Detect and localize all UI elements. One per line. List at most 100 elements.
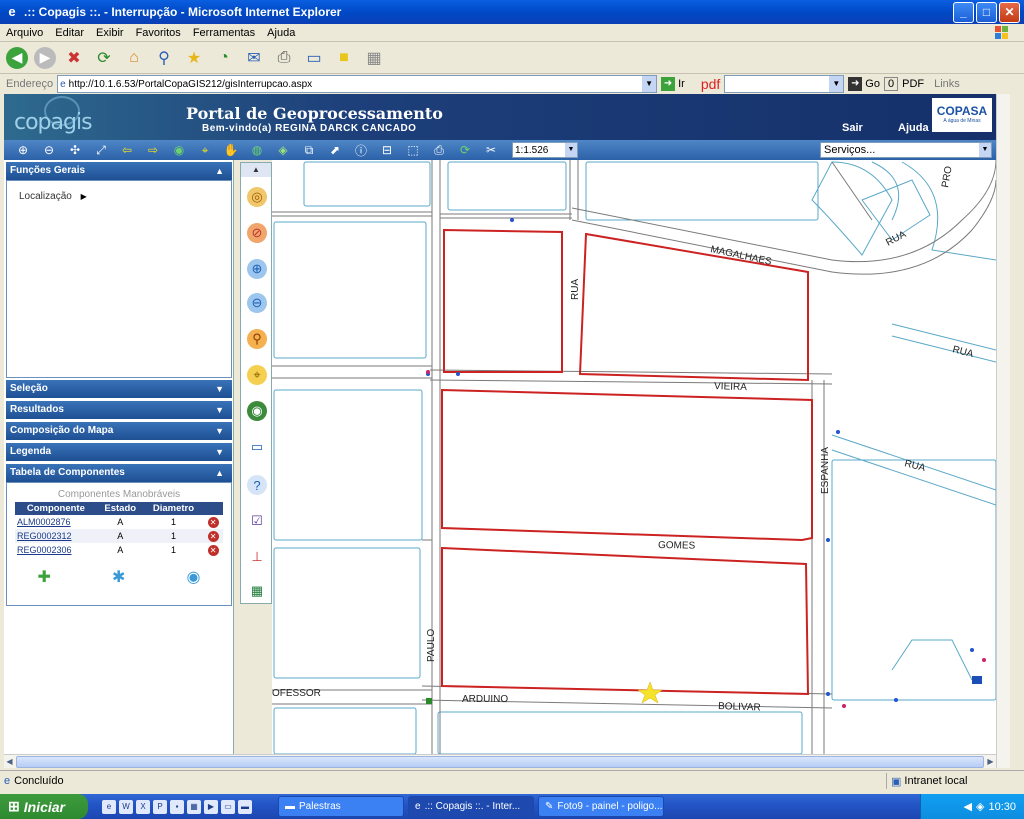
scale-dropdown-icon[interactable]: ▼ bbox=[565, 143, 577, 157]
tray-back-icon[interactable]: ◀ bbox=[964, 800, 972, 813]
component-link[interactable]: REG0002306 bbox=[15, 543, 97, 557]
full-extent-icon[interactable]: ✣ bbox=[66, 142, 84, 158]
minimize-button[interactable]: _ bbox=[953, 1, 974, 23]
mail-icon[interactable]: ✉ bbox=[242, 46, 266, 70]
scroll-right-icon[interactable]: ▶ bbox=[985, 756, 996, 768]
help-icon[interactable]: ? bbox=[247, 475, 267, 495]
panel-composicao[interactable]: Composição do Mapa ▼ bbox=[6, 422, 232, 440]
menu-exibir[interactable]: Exibir bbox=[96, 27, 124, 39]
task-foto9[interactable]: ✎ Foto9 - painel - poligo... bbox=[538, 796, 664, 817]
highlight-star-icon[interactable]: ✱ bbox=[112, 567, 125, 587]
delete-icon[interactable]: ✕ bbox=[207, 530, 219, 542]
compass-icon[interactable]: ◎ bbox=[247, 187, 267, 207]
word-quick-icon[interactable]: W bbox=[119, 799, 133, 814]
remove-point-icon[interactable]: ⊖ bbox=[247, 293, 267, 313]
info-icon[interactable]: ⓘ bbox=[352, 142, 370, 158]
world-icon[interactable]: ◉ bbox=[247, 401, 267, 421]
stop-icon[interactable]: ✖ bbox=[62, 46, 86, 70]
zoom-in-icon[interactable]: ⊕ bbox=[14, 142, 32, 158]
messenger-icon[interactable]: ▦ bbox=[362, 46, 386, 70]
component-link[interactable]: ALM0002876 bbox=[15, 515, 97, 529]
scale-select[interactable]: 1:1.526 ▼ bbox=[512, 142, 578, 158]
task-palestras[interactable]: ▬ Palestras bbox=[278, 796, 404, 817]
clear-icon[interactable]: ✂ bbox=[482, 142, 500, 158]
coordinates-icon[interactable]: ⌖ bbox=[196, 142, 214, 158]
network-icon[interactable]: ⊥ bbox=[247, 547, 267, 567]
delete-icon[interactable]: ✕ bbox=[207, 516, 219, 528]
menu-arquivo[interactable]: Arquivo bbox=[6, 27, 43, 39]
ie-quick-icon[interactable]: e bbox=[102, 799, 116, 814]
back-icon[interactable]: ◀ bbox=[6, 46, 28, 69]
pdf-dropdown-icon[interactable]: ▼ bbox=[829, 76, 844, 92]
go-button[interactable]: ➜ Ir bbox=[661, 77, 685, 91]
checklist-icon[interactable]: ☑ bbox=[247, 511, 267, 531]
pdf-search-input[interactable]: ▼ bbox=[724, 75, 845, 93]
favorites-icon[interactable]: ★ bbox=[182, 46, 206, 70]
target-icon[interactable]: ⌖ bbox=[247, 365, 267, 385]
zoom-out-icon[interactable]: ⊖ bbox=[40, 142, 58, 158]
scroll-left-icon[interactable]: ◀ bbox=[4, 756, 15, 768]
add-component-icon[interactable]: ✚ bbox=[38, 567, 51, 587]
collapse-strip-icon[interactable]: ▲ bbox=[241, 163, 271, 177]
delete-icon[interactable]: ✕ bbox=[207, 544, 219, 556]
panel-funcoes-gerais[interactable]: Funções Gerais ▲ bbox=[6, 162, 232, 180]
notes-icon[interactable]: ■ bbox=[332, 46, 356, 70]
calculator-quick-icon[interactable]: ▦ bbox=[187, 799, 201, 814]
refresh-map-icon[interactable]: ⟳ bbox=[456, 142, 474, 158]
pdf2-button[interactable]: PDF bbox=[902, 78, 924, 90]
maximize-button[interactable]: □ bbox=[976, 1, 997, 23]
menu-ajuda[interactable]: Ajuda bbox=[267, 27, 295, 39]
help-link[interactable]: Ajuda bbox=[898, 122, 929, 134]
address-dropdown-icon[interactable]: ▼ bbox=[642, 76, 657, 92]
pdf-toolbar-label[interactable]: pdf bbox=[701, 76, 720, 92]
horizontal-scrollbar[interactable]: ◀ ▶ bbox=[4, 754, 996, 768]
menu-editar[interactable]: Editar bbox=[55, 27, 84, 39]
app-quick-icon[interactable]: ▪ bbox=[170, 799, 184, 814]
zoom-window-icon[interactable]: ⧉ bbox=[300, 142, 318, 158]
confirm-icon[interactable]: ◉ bbox=[186, 567, 200, 587]
history-icon[interactable]: ◔ bbox=[212, 46, 236, 70]
antivirus-icon[interactable]: ◈ bbox=[976, 800, 984, 813]
folder-quick-icon[interactable]: ▬ bbox=[238, 799, 252, 814]
panel-resultados[interactable]: Resultados ▼ bbox=[6, 401, 232, 419]
exit-link[interactable]: Sair bbox=[842, 122, 863, 134]
home-icon[interactable]: ⌂ bbox=[122, 46, 146, 70]
task-copagis[interactable]: e.:: Copagis ::. - Inter... bbox=[408, 796, 534, 817]
menu-favoritos[interactable]: Favoritos bbox=[136, 27, 181, 39]
close-button[interactable]: ✕ bbox=[999, 1, 1020, 23]
localizacao-item[interactable]: Localização ▶ bbox=[19, 191, 87, 202]
menu-ferramentas[interactable]: Ferramentas bbox=[193, 27, 255, 39]
go2-button[interactable]: ➜ Go bbox=[848, 77, 880, 91]
component-link[interactable]: REG0002312 bbox=[15, 529, 97, 543]
select-icon[interactable]: ⬈ bbox=[326, 142, 344, 158]
monitor-icon[interactable]: ▭ bbox=[247, 437, 267, 457]
panel-legenda[interactable]: Legenda ▼ bbox=[6, 443, 232, 461]
zoom-extent-icon[interactable]: ⤢ bbox=[92, 142, 110, 158]
print-map-icon[interactable]: ⎙ bbox=[430, 142, 448, 158]
pan-right-icon[interactable]: ⇨ bbox=[144, 142, 162, 158]
powerpoint-quick-icon[interactable]: P bbox=[153, 799, 167, 814]
search-icon[interactable]: ⚲ bbox=[152, 46, 176, 70]
excel-export-icon[interactable]: ▦ bbox=[247, 581, 267, 601]
links-label[interactable]: Links bbox=[934, 78, 960, 90]
measure-icon[interactable]: ⊟ bbox=[378, 142, 396, 158]
query-icon[interactable]: ⬚ bbox=[404, 142, 422, 158]
scroll-thumb[interactable] bbox=[16, 756, 984, 768]
forward-icon[interactable]: ▶ bbox=[34, 46, 56, 69]
find-icon[interactable]: ⚲ bbox=[247, 329, 267, 349]
panel-tabela-componentes[interactable]: Tabela de Componentes ▲ bbox=[6, 464, 232, 482]
excel-quick-icon[interactable]: X bbox=[136, 799, 150, 814]
services-select[interactable]: Serviços... ▼ bbox=[820, 142, 992, 158]
vertical-scrollbar[interactable] bbox=[996, 94, 1010, 768]
desktop-quick-icon[interactable]: ▭ bbox=[221, 799, 235, 814]
no-entry-icon[interactable]: ⊘ bbox=[247, 223, 267, 243]
media-quick-icon[interactable]: ▶ bbox=[204, 799, 218, 814]
edit-icon[interactable]: ▭ bbox=[302, 46, 326, 70]
refresh-icon[interactable]: ⟳ bbox=[92, 46, 116, 70]
globe-icon[interactable]: ◉ bbox=[170, 142, 188, 158]
layers-icon[interactable]: ◈ bbox=[274, 142, 292, 158]
map-view[interactable]: MAGALHAES RUA RUA RUA RUA PRO VIEIRA GOM… bbox=[272, 160, 996, 754]
services-dropdown-icon[interactable]: ▼ bbox=[979, 143, 991, 157]
add-point-icon[interactable]: ⊕ bbox=[247, 259, 267, 279]
address-input[interactable]: e http://10.1.6.53/PortalCopaGIS212/gisI… bbox=[57, 75, 658, 93]
